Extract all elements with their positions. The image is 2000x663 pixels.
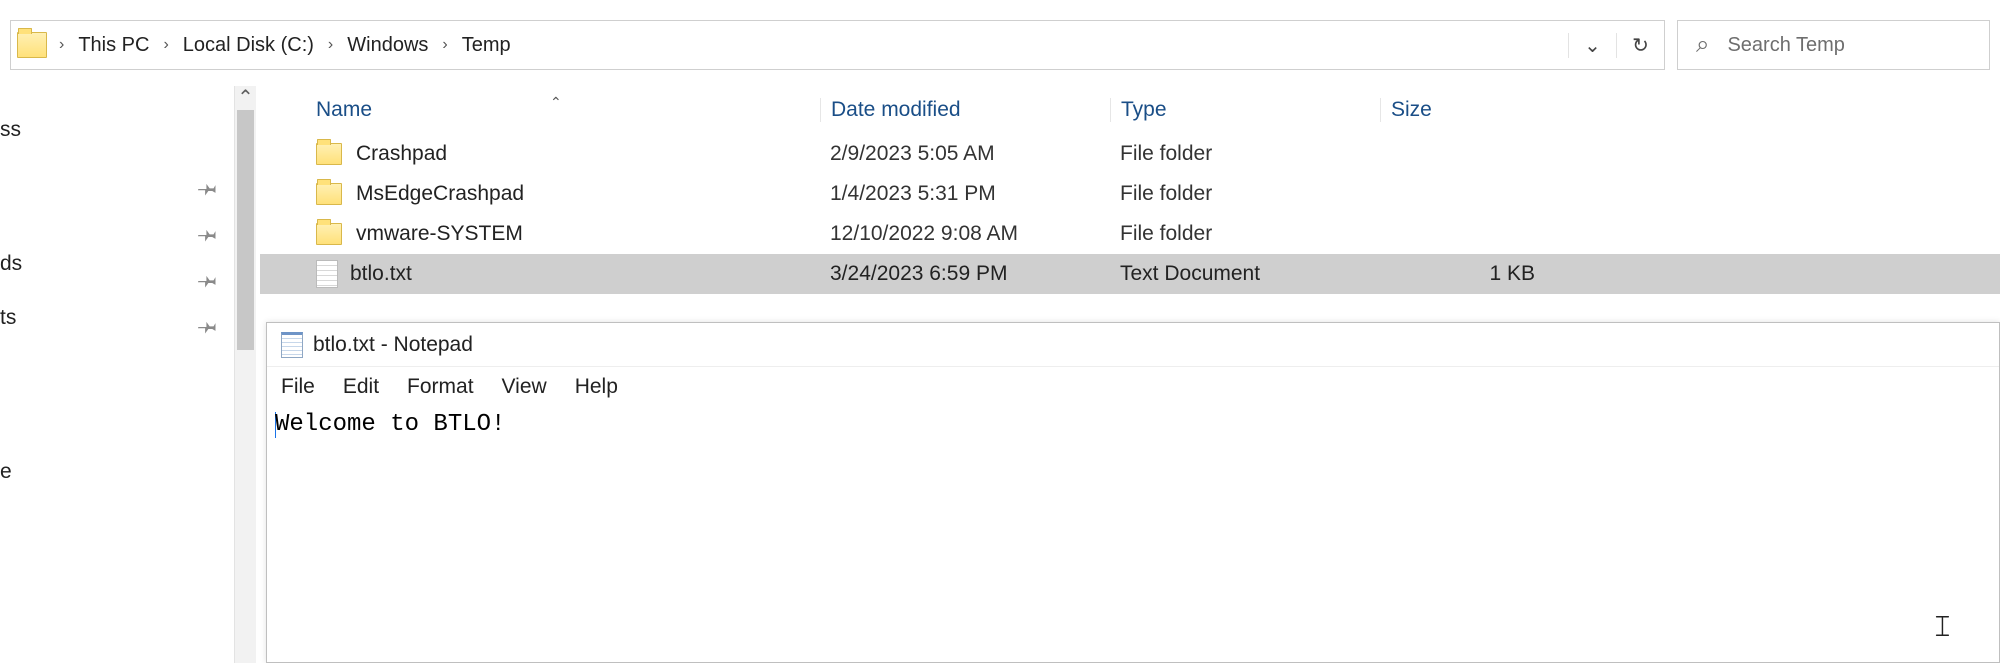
breadcrumb-this-pc[interactable]: This PC bbox=[74, 34, 153, 57]
file-name: btlo.txt bbox=[350, 262, 412, 286]
chevron-up-icon: ⌃ bbox=[237, 85, 254, 110]
breadcrumb-sep: › bbox=[318, 36, 343, 54]
cell-date: 2/9/2023 5:05 AM bbox=[820, 142, 1110, 166]
sort-indicator-icon: ⌃ bbox=[550, 94, 562, 111]
pin-icon bbox=[198, 224, 220, 246]
cell-name: vmware-SYSTEM bbox=[260, 222, 820, 246]
folder-icon bbox=[17, 32, 47, 58]
file-row[interactable]: Crashpad 2/9/2023 5:05 AMFile folder bbox=[260, 134, 2000, 174]
nav-item[interactable]: ss bbox=[0, 118, 22, 142]
pin-icon bbox=[198, 270, 220, 292]
notepad-window[interactable]: btlo.txt - Notepad File Edit Format View… bbox=[266, 322, 2000, 663]
scroll-thumb[interactable] bbox=[237, 110, 254, 350]
history-dropdown-button[interactable]: ⌄ bbox=[1568, 33, 1616, 58]
column-header-size[interactable]: Size bbox=[1380, 98, 1545, 122]
menu-file[interactable]: File bbox=[281, 375, 315, 399]
notepad-menubar: File Edit Format View Help bbox=[267, 367, 1999, 409]
cell-date: 1/4/2023 5:31 PM bbox=[820, 182, 1110, 206]
nav-item[interactable]: ts bbox=[0, 306, 22, 330]
file-row[interactable]: vmware-SYSTEM 12/10/2022 9:08 AMFile fold… bbox=[260, 214, 2000, 254]
nav-item[interactable]: e bbox=[0, 460, 22, 484]
menu-format[interactable]: Format bbox=[407, 375, 474, 399]
search-placeholder: Search Temp bbox=[1727, 34, 1844, 57]
file-list: Name ⌃ Date modified Type Size Crashpad 2… bbox=[260, 86, 2000, 326]
column-label: Name bbox=[316, 98, 372, 121]
notepad-title: btlo.txt - Notepad bbox=[313, 333, 473, 357]
breadcrumb-local-disk[interactable]: Local Disk (C:) bbox=[179, 34, 318, 57]
scroll-up-button[interactable]: ⌃ bbox=[235, 86, 256, 108]
notepad-titlebar[interactable]: btlo.txt - Notepad bbox=[267, 323, 1999, 367]
cell-type: Text Document bbox=[1110, 262, 1380, 286]
cell-name: Crashpad bbox=[260, 142, 820, 166]
breadcrumb-windows[interactable]: Windows bbox=[343, 34, 432, 57]
ibeam-cursor-icon: 𝙸 bbox=[1932, 610, 1953, 644]
nav-scrollbar[interactable]: ⌃ bbox=[234, 86, 256, 663]
cell-name: btlo.txt bbox=[260, 260, 820, 288]
nav-tree: ss ds ts e bbox=[0, 118, 22, 484]
folder-icon bbox=[316, 223, 342, 245]
column-header-type[interactable]: Type bbox=[1110, 98, 1380, 122]
file-row[interactable]: MsEdgeCrashpad 1/4/2023 5:31 PMFile folde… bbox=[260, 174, 2000, 214]
breadcrumb-sep: › bbox=[49, 36, 74, 54]
address-bar[interactable]: › This PC › Local Disk (C:) › Windows › … bbox=[10, 20, 1665, 70]
nav-item[interactable]: ds bbox=[0, 252, 22, 276]
search-icon: ⌕ bbox=[1696, 31, 1709, 59]
cell-size: 1 KB bbox=[1380, 262, 1545, 286]
folder-icon bbox=[316, 143, 342, 165]
file-name: vmware-SYSTEM bbox=[356, 222, 523, 246]
breadcrumb-sep: › bbox=[432, 36, 457, 54]
folder-icon bbox=[316, 183, 342, 205]
refresh-icon: ↻ bbox=[1632, 33, 1649, 58]
search-input[interactable]: ⌕ Search Temp bbox=[1677, 20, 1990, 70]
file-name: MsEdgeCrashpad bbox=[356, 182, 524, 206]
column-header-name[interactable]: Name ⌃ bbox=[260, 98, 820, 122]
breadcrumb-temp[interactable]: Temp bbox=[458, 34, 515, 57]
column-header-date[interactable]: Date modified bbox=[820, 98, 1110, 122]
refresh-button[interactable]: ↻ bbox=[1616, 33, 1664, 58]
menu-edit[interactable]: Edit bbox=[343, 375, 379, 399]
chevron-down-icon: ⌄ bbox=[1584, 33, 1601, 58]
cell-date: 12/10/2022 9:08 AM bbox=[820, 222, 1110, 246]
menu-view[interactable]: View bbox=[502, 375, 547, 399]
text-file-icon bbox=[316, 260, 338, 288]
cell-type: File folder bbox=[1110, 142, 1380, 166]
file-name: Crashpad bbox=[356, 142, 447, 166]
cell-name: MsEdgeCrashpad bbox=[260, 182, 820, 206]
pin-icon bbox=[198, 178, 220, 200]
cell-type: File folder bbox=[1110, 182, 1380, 206]
cell-type: File folder bbox=[1110, 222, 1380, 246]
notepad-content: Welcome to BTLO! bbox=[275, 411, 505, 438]
notepad-icon bbox=[281, 332, 303, 358]
pin-icon bbox=[198, 316, 220, 338]
cell-date: 3/24/2023 6:59 PM bbox=[820, 262, 1110, 286]
notepad-text-area[interactable]: Welcome to BTLO! bbox=[267, 409, 1999, 440]
file-row[interactable]: btlo.txt 3/24/2023 6:59 PMText Document1 … bbox=[260, 254, 2000, 294]
menu-help[interactable]: Help bbox=[575, 375, 618, 399]
breadcrumb-sep: › bbox=[153, 36, 178, 54]
